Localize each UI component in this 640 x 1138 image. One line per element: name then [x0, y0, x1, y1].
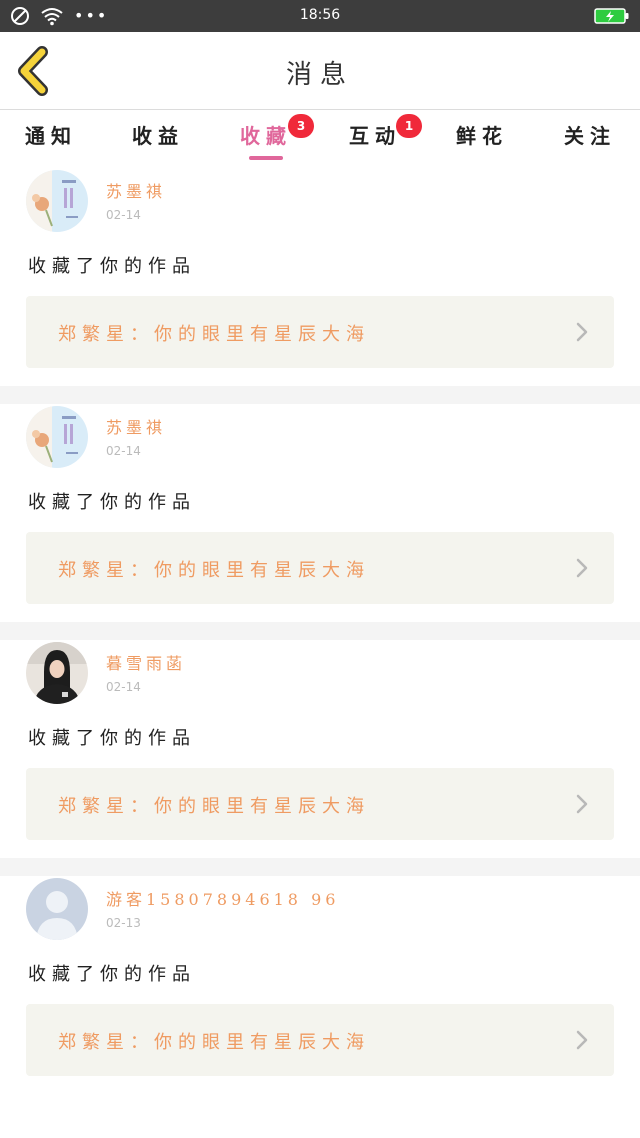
active-tab-indicator: [249, 156, 283, 160]
woman-photo-icon: [26, 642, 88, 704]
chevron-right-icon: [576, 1030, 588, 1050]
avatar[interactable]: [26, 170, 88, 232]
avatar[interactable]: [26, 406, 88, 468]
unread-badge: 3: [288, 114, 314, 138]
work-link-card[interactable]: 郑繁星：你的眼里有星辰大海: [26, 296, 614, 368]
work-title: 郑繁星：你的眼里有星辰大海: [58, 796, 370, 817]
tab-label: 互动: [349, 124, 401, 148]
tab-label: 鲜花: [456, 124, 508, 148]
tab-flowers[interactable]: 鲜花: [432, 120, 532, 149]
unread-badge: 1: [396, 114, 422, 138]
message-date: 02-14: [106, 444, 141, 458]
avatar[interactable]: [26, 642, 88, 704]
user-name[interactable]: 暮雪雨菡: [106, 650, 186, 674]
work-title: 郑繁星：你的眼里有星辰大海: [58, 1032, 370, 1053]
message-action-text: 收藏了你的作品: [28, 964, 196, 985]
work-title: 郑繁星：你的眼里有星辰大海: [58, 324, 370, 345]
list-item: 苏墨祺 02-14 收藏了你的作品 郑繁星：你的眼里有星辰大海: [0, 404, 640, 622]
status-time: 18:56: [299, 7, 341, 23]
message-date: 02-14: [106, 208, 141, 222]
tab-notice[interactable]: 通知: [1, 120, 101, 149]
message-date: 02-14: [106, 680, 141, 694]
tab-favorites[interactable]: 收藏 3: [216, 114, 316, 149]
chevron-right-icon: [576, 794, 588, 814]
category-tabs: 通知 收益 收藏 3 互动 1 鲜花 关注: [0, 110, 640, 168]
user-name[interactable]: 苏墨祺: [106, 178, 166, 202]
user-name[interactable]: 苏墨祺: [106, 414, 166, 438]
list-item: 暮雪雨菡 02-14 收藏了你的作品 郑繁星：你的眼里有星辰大海: [0, 640, 640, 858]
flower-book-cover-icon: [26, 406, 88, 468]
list-item: 游客15807894618 96 02-13 收藏了你的作品 郑繁星：你的眼里有…: [0, 876, 640, 1094]
message-date: 02-13: [106, 916, 141, 930]
tab-interaction[interactable]: 互动 1: [325, 114, 425, 149]
work-title: 郑繁星：你的眼里有星辰大海: [58, 560, 370, 581]
tab-label: 收益: [132, 124, 184, 148]
message-action-text: 收藏了你的作品: [28, 728, 196, 749]
work-link-card[interactable]: 郑繁星：你的眼里有星辰大海: [26, 1004, 614, 1076]
message-action-text: 收藏了你的作品: [28, 256, 196, 277]
tab-earnings[interactable]: 收益: [108, 120, 208, 149]
battery-charging-icon: [594, 8, 629, 24]
message-list: 苏墨祺 02-14 收藏了你的作品 郑繁星：你的眼里有星辰大海 苏墨祺 02-1…: [0, 168, 640, 1094]
divider: [0, 858, 640, 876]
user-name[interactable]: 游客15807894618 96: [106, 886, 339, 910]
tab-label: 收藏: [240, 124, 292, 148]
chevron-right-icon: [576, 322, 588, 342]
top-nav-bar: 消息: [0, 32, 640, 110]
message-action-text: 收藏了你的作品: [28, 492, 196, 513]
chevron-right-icon: [576, 558, 588, 578]
avatar[interactable]: [26, 878, 88, 940]
status-bar: ••• 18:56: [0, 0, 640, 32]
tab-label: 通知: [25, 124, 77, 148]
work-link-card[interactable]: 郑繁星：你的眼里有星辰大海: [26, 768, 614, 840]
tab-label: 关注: [564, 124, 616, 148]
flower-book-cover-icon: [26, 170, 88, 232]
tab-following[interactable]: 关注: [540, 120, 640, 149]
page-title: 消息: [285, 60, 354, 90]
divider: [0, 386, 640, 404]
divider: [0, 622, 640, 640]
work-link-card[interactable]: 郑繁星：你的眼里有星辰大海: [26, 532, 614, 604]
list-item: 苏墨祺 02-14 收藏了你的作品 郑繁星：你的眼里有星辰大海: [0, 168, 640, 386]
default-user-avatar-icon: [26, 878, 88, 940]
